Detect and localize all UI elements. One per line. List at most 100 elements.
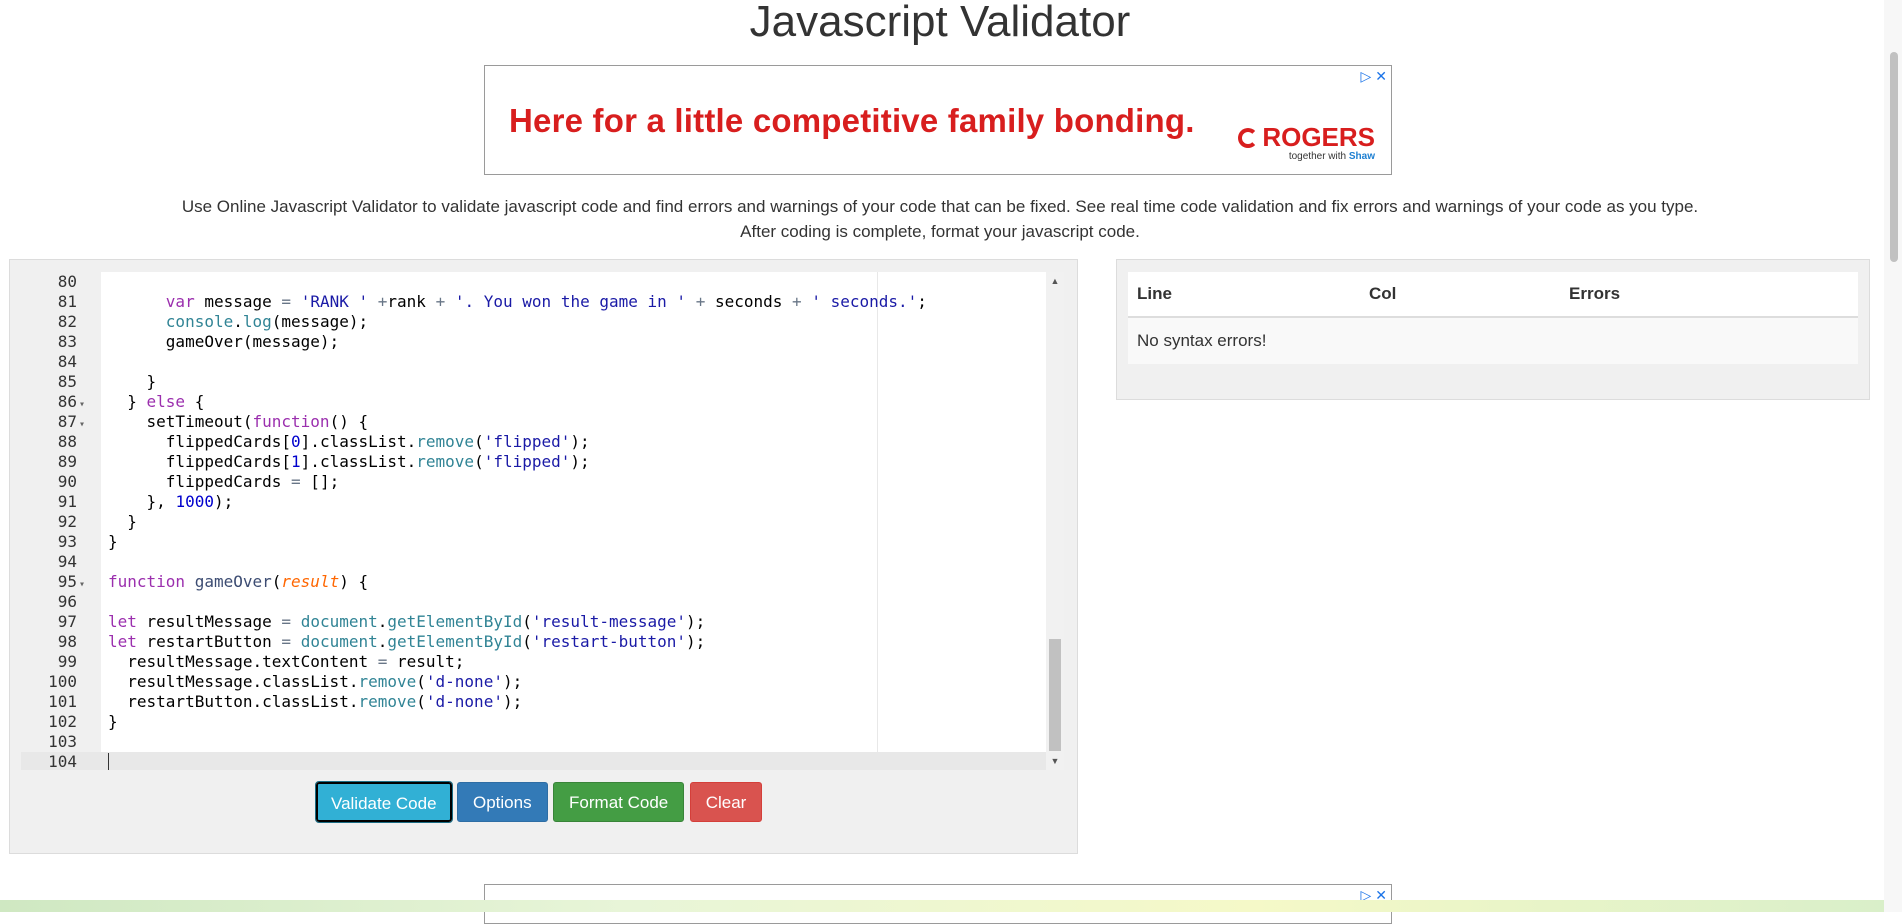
ad-banner-top[interactable]: Here for a little competitive family bon… — [484, 65, 1392, 175]
code-text: } — [108, 532, 118, 551]
ad-brand[interactable]: ROGERS together with Shaw — [1238, 122, 1375, 162]
ad-tagline-prefix: together with — [1288, 151, 1347, 162]
code-line[interactable]: 95 ▾ function gameOver(result) { — [21, 572, 1051, 592]
options-button[interactable]: Options — [457, 782, 548, 822]
code-text: gameOver(message); — [108, 332, 340, 351]
code-text: } — [108, 712, 118, 731]
page-scroll-thumb[interactable] — [1890, 52, 1898, 262]
code-line[interactable]: 93} — [21, 532, 1051, 552]
line-number: 89 — [57, 452, 77, 471]
code-text: flippedCards = []; — [108, 472, 340, 491]
results-message: No syntax errors! — [1137, 331, 1267, 350]
line-number: 101 — [48, 692, 77, 711]
code-line[interactable]: 94 — [21, 552, 1051, 572]
adchoices-icon[interactable]: ▷ — [1360, 68, 1371, 84]
line-number: 96 — [57, 592, 77, 611]
results-row: No syntax errors! — [1128, 318, 1858, 364]
ad-controls: ▷ ✕ — [1356, 68, 1387, 85]
text-cursor — [108, 753, 109, 770]
line-number: 90 — [57, 472, 77, 491]
code-line[interactable]: 103 — [21, 732, 1051, 752]
validate-code-button[interactable]: Validate Code — [315, 781, 453, 823]
code-editor[interactable]: 80 81 var message = 'RANK ' +rank + '. Yo… — [21, 272, 1064, 770]
code-line[interactable]: 101 restartButton.classList.remove('d-no… — [21, 692, 1051, 712]
code-line[interactable]: 83 gameOver(message); — [21, 332, 1051, 352]
code-line[interactable]: 80 — [21, 272, 1051, 292]
code-text: flippedCards[1].classList.remove('flippe… — [108, 452, 590, 471]
code-text: }, 1000); — [108, 492, 234, 511]
page-title: Javascript Validator — [749, 0, 1131, 46]
code-line[interactable]: 89 flippedCards[1].classList.remove('fli… — [21, 452, 1051, 472]
ad-headline[interactable]: Here for a little competitive family bon… — [509, 102, 1195, 140]
line-number: 81 — [57, 292, 77, 311]
code-line[interactable]: 99 resultMessage.textContent = result; — [21, 652, 1051, 672]
line-number: 100 — [48, 672, 77, 691]
scroll-up-arrow-icon[interactable]: ▲ — [1046, 274, 1064, 288]
scroll-down-arrow-icon[interactable]: ▼ — [1046, 754, 1064, 768]
results-header: Line Col Errors — [1128, 272, 1858, 318]
ad-brand-name: ROGERS — [1262, 122, 1375, 152]
line-number: 82 — [57, 312, 77, 331]
col-errors-header: Errors — [1569, 284, 1621, 303]
line-number: 85 — [57, 372, 77, 391]
code-text: var message = 'RANK ' +rank + '. You won… — [165, 292, 927, 311]
code-line[interactable]: 81 var message = 'RANK ' +rank + '. You … — [21, 292, 1051, 312]
line-number: 91 — [57, 492, 77, 511]
close-icon[interactable]: ✕ — [1375, 68, 1387, 84]
code-line[interactable]: 92 } — [21, 512, 1051, 532]
code-line[interactable]: 90 flippedCards = []; — [21, 472, 1051, 492]
code-text: } — [108, 512, 137, 531]
code-line[interactable]: 98 let restartButton = document.getElemen… — [21, 632, 1051, 652]
line-number: 94 — [57, 552, 77, 571]
line-number: 93 — [57, 532, 77, 551]
page-description: Use Online Javascript Validator to valid… — [181, 197, 1699, 241]
editor-scroll-thumb[interactable] — [1049, 639, 1061, 751]
line-number: 95 — [57, 572, 77, 591]
bottom-ad-strip — [0, 900, 1884, 912]
code-line[interactable]: 97 let resultMessage = document.getElemen… — [21, 612, 1051, 632]
code-text: restartButton.classList.remove('d-none')… — [108, 692, 523, 711]
code-line[interactable]: 91 }, 1000); — [21, 492, 1051, 512]
code-line[interactable]: 100 resultMessage.classList.remove('d-no… — [21, 672, 1051, 692]
clear-button[interactable]: Clear — [689, 782, 763, 822]
line-number: 86 — [57, 392, 77, 411]
code-line[interactable]: 82 console.log(message); — [21, 312, 1051, 332]
rogers-logo-icon — [1238, 128, 1259, 148]
code-line[interactable]: 104 — [21, 752, 1051, 770]
code-text: resultMessage.classList.remove('d-none')… — [108, 672, 523, 691]
code-text: setTimeout(function() { — [108, 412, 369, 431]
results-table: Line Col Errors No syntax errors! — [1128, 272, 1858, 364]
line-number: 102 — [48, 712, 77, 731]
page-scrollbar[interactable] — [1884, 0, 1902, 912]
line-number: 84 — [57, 352, 77, 371]
line-number: 103 — [48, 732, 77, 751]
code-line[interactable]: 88 flippedCards[0].classList.remove('fli… — [21, 432, 1051, 452]
results-panel: Line Col Errors No syntax errors! — [1116, 259, 1870, 400]
code-text: console.log(message); — [165, 312, 369, 331]
line-number: 104 — [48, 752, 77, 770]
line-number: 92 — [57, 512, 77, 531]
code-line[interactable]: 102} — [21, 712, 1051, 732]
ad-tagline-partner: Shaw — [1348, 151, 1375, 162]
code-text: resultMessage.textContent = result; — [108, 652, 465, 671]
code-line[interactable]: 96 — [21, 592, 1051, 612]
col-col-header: Col — [1369, 284, 1397, 303]
code-text: let restartButton = document.getElementB… — [108, 632, 706, 651]
code-line[interactable]: 86 ▾ } else { — [21, 392, 1051, 412]
line-number: 80 — [57, 272, 77, 291]
editor-button-row: Validate Code Options Format Code Clear — [315, 781, 763, 823]
col-line-header: Line — [1137, 284, 1172, 303]
format-code-button[interactable]: Format Code — [553, 782, 685, 822]
code-line[interactable]: 84 — [21, 352, 1051, 372]
code-line[interactable]: 85 } — [21, 372, 1051, 392]
line-number: 83 — [57, 332, 77, 351]
code-line[interactable]: 87 ▾ setTimeout(function() { — [21, 412, 1051, 432]
code-text: flippedCards[0].classList.remove('flippe… — [108, 432, 590, 451]
code-text: } — [108, 372, 157, 391]
line-number: 97 — [57, 612, 77, 631]
code-text: function gameOver(result) { — [108, 572, 369, 591]
line-number: 99 — [57, 652, 77, 671]
editor-panel: 80 81 var message = 'RANK ' +rank + '. Yo… — [9, 259, 1078, 854]
editor-scrollbar[interactable]: ▲ ▼ — [1046, 272, 1064, 770]
line-number: 87 — [57, 412, 77, 431]
